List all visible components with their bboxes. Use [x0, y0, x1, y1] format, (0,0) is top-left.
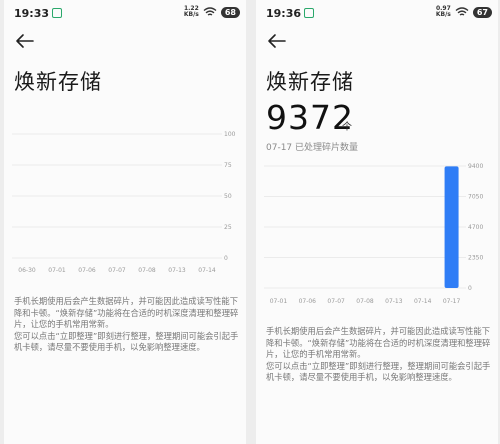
- network-speed: 1.22 KB/s: [184, 6, 199, 18]
- wifi-icon: [455, 7, 469, 16]
- fragment-count-unit: 个: [342, 122, 352, 133]
- fragment-chart: 0 25 50 75 100 06-30 07-01 07-06 07-07 07-08 07-13…: [12, 131, 236, 274]
- page-title: 焕新存储: [266, 70, 354, 94]
- status-indicators: 0.97 KB/s 67: [436, 6, 492, 18]
- back-arrow-icon[interactable]: [266, 32, 288, 50]
- description-paragraph-1: 手机长期使用后会产生数据碎片，并可能因此造成读写性能下降和卡顿。“焕新存储”功能…: [266, 326, 491, 359]
- x-tick-label: 07-06: [78, 267, 96, 274]
- x-tick-label: 07-07: [327, 298, 345, 305]
- y-tick-label: 100: [224, 131, 236, 138]
- status-bar: 19:36 0.97 KB/s 67: [256, 0, 498, 26]
- description-paragraph-2: 您可以点击“立即整理”即刻进行整理，整理期间可能会引起手机卡顿，请尽量不要使用手…: [14, 330, 239, 353]
- y-tick-label: 0: [468, 285, 472, 292]
- description: 手机长期使用后会产生数据碎片，并可能因此造成读写性能下降和卡顿。“焕新存储”功能…: [266, 326, 492, 384]
- x-tick-label: 07-06: [299, 298, 317, 305]
- x-tick-label: 07-07: [108, 267, 126, 274]
- y-tick-label: 0: [224, 255, 228, 262]
- network-speed: 0.97 KB/s: [436, 6, 451, 18]
- page-title: 焕新存储: [14, 70, 102, 94]
- back-arrow-icon[interactable]: [14, 32, 36, 50]
- y-tick-label: 7050: [468, 194, 483, 201]
- description-paragraph-2: 您可以点击“立即整理”即刻进行整理，整理期间可能会引起手机卡顿，请尽量不要使用手…: [266, 360, 491, 383]
- x-tick-label: 07-13: [168, 267, 186, 274]
- x-tick-label: 07-08: [356, 298, 374, 305]
- y-tick-label: 25: [224, 224, 232, 231]
- y-tick-label: 9400: [468, 163, 483, 170]
- y-tick-label: 75: [224, 162, 232, 169]
- x-tick-label: 07-17: [443, 298, 461, 305]
- fragment-count-caption: 07-17 已处理碎片数量: [266, 143, 359, 153]
- app-notification-icon: [304, 8, 314, 18]
- network-speed-unit: KB/s: [435, 11, 451, 18]
- x-tick-label: 07-01: [270, 298, 288, 305]
- description-paragraph-1: 手机长期使用后会产生数据碎片，并可能因此造成读写性能下降和卡顿。“焕新存储”功能…: [14, 296, 239, 329]
- network-speed-unit: KB/s: [183, 11, 199, 18]
- fragment-count: 9372: [266, 98, 354, 137]
- status-indicators: 1.22 KB/s 68: [184, 6, 240, 18]
- battery-level: 67: [472, 6, 492, 18]
- status-time: 19:36: [266, 7, 302, 20]
- app-notification-icon: [52, 8, 62, 18]
- y-tick-label: 50: [224, 193, 232, 200]
- battery-level: 68: [220, 6, 240, 18]
- wifi-icon: [203, 7, 217, 16]
- description: 手机长期使用后会产生数据碎片，并可能因此造成读写性能下降和卡顿。“焕新存储”功能…: [14, 296, 240, 354]
- status-time: 19:33: [14, 7, 50, 20]
- phone-screen-left: 19:33 1.22 KB/s 68 焕新存储 0 25 50 75 100 06-30 0…: [4, 0, 246, 444]
- x-tick-label: 07-14: [198, 267, 216, 274]
- x-tick-label: 07-13: [385, 298, 403, 305]
- bar-07-17[interactable]: [444, 166, 459, 288]
- status-bar: 19:33 1.22 KB/s 68: [4, 0, 246, 26]
- y-tick-label: 4700: [468, 224, 483, 231]
- x-tick-label: 07-14: [414, 298, 432, 305]
- x-tick-label: 06-30: [18, 267, 36, 274]
- fragment-chart: 0 2350 4700 7050 9400 07-01 07-06 07-07 07-08 07-…: [264, 163, 483, 305]
- phone-screen-right: 19:36 0.97 KB/s 67 焕新存储 9372 个 07-17 已处理…: [256, 0, 498, 444]
- x-tick-label: 07-01: [48, 267, 66, 274]
- x-tick-label: 07-08: [138, 267, 156, 274]
- y-tick-label: 2350: [468, 255, 483, 262]
